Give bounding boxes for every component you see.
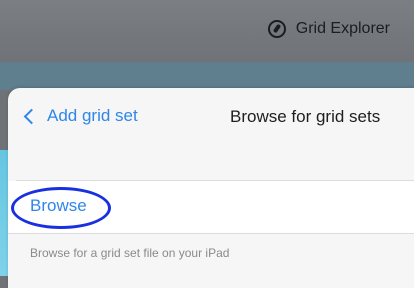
back-button-label: Add grid set <box>47 106 138 125</box>
browse-row[interactable]: Browse <box>8 181 414 233</box>
app-title: Grid Explorer <box>267 20 390 38</box>
back-button[interactable]: Add grid set <box>22 106 138 126</box>
app-header: Grid Explorer <box>0 0 414 62</box>
app-title-label: Grid Explorer <box>295 20 390 37</box>
chevron-left-icon <box>23 108 40 124</box>
sheet-nav-bar: Add grid set Browse for grid sets <box>8 88 414 148</box>
sheet-title: Browse for grid sets <box>230 107 381 126</box>
browse-button[interactable]: Browse <box>30 196 87 216</box>
browse-footer-text: Browse for a grid set file on your iPad <box>30 246 230 260</box>
browse-sheet: Add grid set Browse for grid sets Browse… <box>8 88 414 288</box>
divider <box>8 233 414 234</box>
compass-icon <box>267 20 286 38</box>
backdrop-band <box>0 62 414 90</box>
